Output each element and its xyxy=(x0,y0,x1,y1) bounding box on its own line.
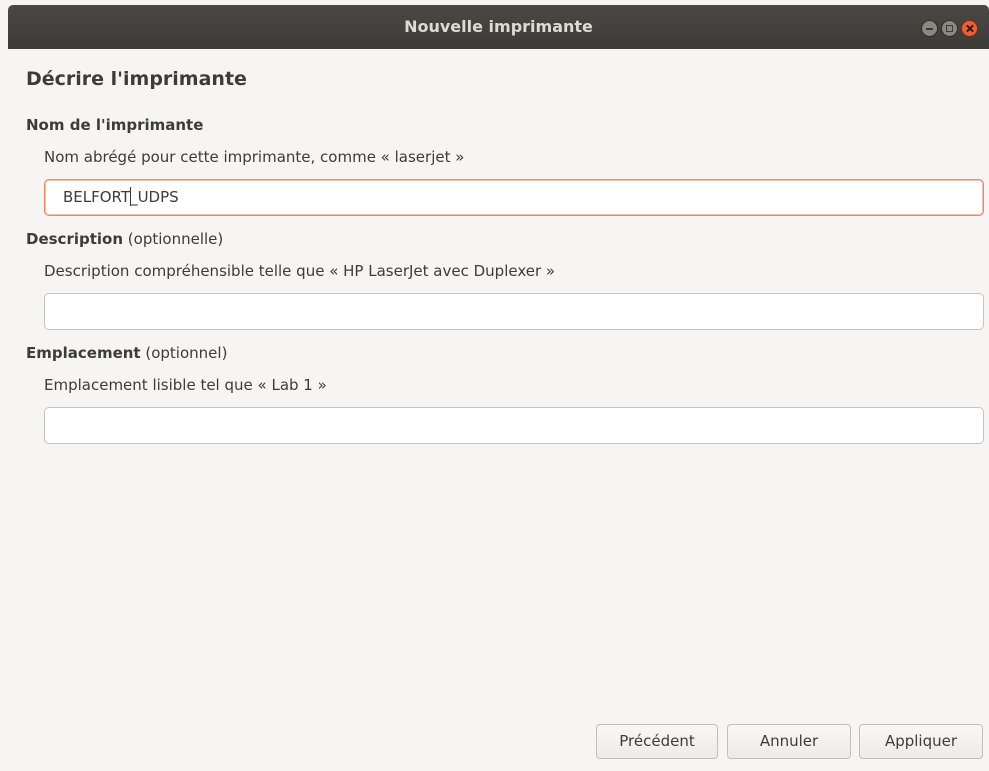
location-hint: Emplacement lisible tel que « Lab 1 » xyxy=(44,376,327,394)
printer-name-input[interactable]: BELFORT_UDPS xyxy=(44,179,984,216)
location-label: Emplacement (optionnel) xyxy=(26,344,227,362)
description-input[interactable] xyxy=(44,293,984,330)
location-label-text: Emplacement xyxy=(26,344,141,362)
description-label-text: Description xyxy=(26,230,124,248)
location-input[interactable] xyxy=(44,407,984,444)
window-title: Nouvelle imprimante xyxy=(404,17,593,36)
description-label: Description (optionnelle) xyxy=(26,230,223,248)
printer-name-label: Nom de l'imprimante xyxy=(26,116,203,134)
close-icon[interactable] xyxy=(961,20,978,37)
location-optional-text: (optionnel) xyxy=(140,344,228,362)
printer-name-label-text: Nom de l'imprimante xyxy=(26,116,204,134)
title-bar[interactable]: Nouvelle imprimante xyxy=(8,5,989,49)
cancel-button[interactable]: Annuler xyxy=(727,724,851,759)
printer-name-hint: Nom abrégé pour cette imprimante, comme … xyxy=(44,148,465,166)
maximize-icon[interactable] xyxy=(941,20,958,37)
description-optional-text: (optionnelle) xyxy=(123,230,224,248)
page-heading: Décrire l'imprimante xyxy=(26,68,247,90)
printer-name-value-part2: _UDPS xyxy=(130,188,179,206)
printer-name-value-part1: BELFORT xyxy=(63,188,131,206)
minimize-icon[interactable] xyxy=(921,20,938,37)
description-hint: Description compréhensible telle que « H… xyxy=(44,262,556,280)
previous-button[interactable]: Précédent xyxy=(596,724,718,759)
apply-button[interactable]: Appliquer xyxy=(859,724,983,759)
new-printer-dialog: Nouvelle imprimante Décrire l'imprimante… xyxy=(0,0,989,771)
